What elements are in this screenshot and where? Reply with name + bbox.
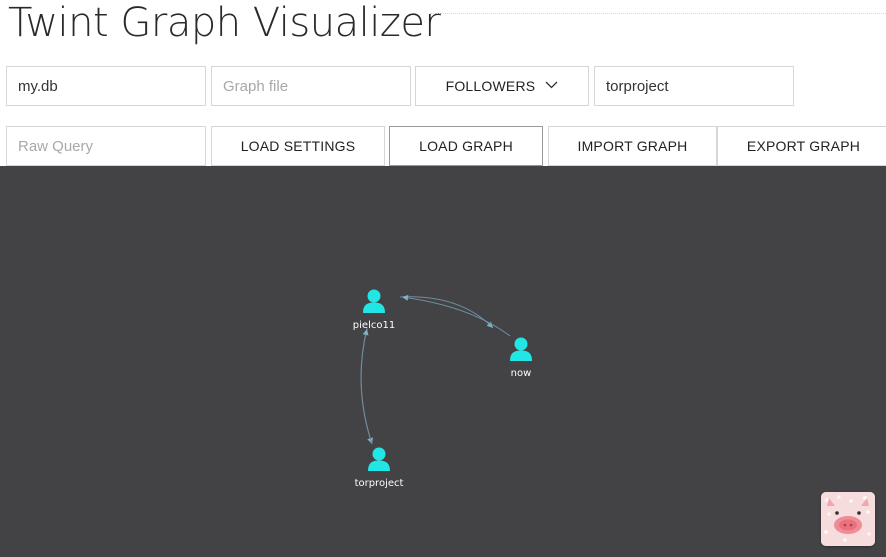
import-graph-button[interactable]: IMPORT GRAPH <box>548 126 717 166</box>
page-title: Twint Graph Visualizer <box>8 0 441 46</box>
username-input[interactable] <box>594 66 794 106</box>
graph-node-label: pielco11 <box>352 320 396 331</box>
user-icon <box>368 447 390 471</box>
graph-node-pielco11[interactable]: pielco11 <box>344 288 404 331</box>
database-input[interactable] <box>6 66 206 106</box>
chevron-down-icon <box>545 81 558 89</box>
graph-node-label: torproject <box>354 478 404 489</box>
graph-edge-torproject-to-pielco11 <box>360 328 373 445</box>
graph-canvas[interactable]: pielco11 now torproject <box>0 166 886 557</box>
app-page: Twint Graph Visualizer FOLLOWERS LOAD SE… <box>0 0 886 557</box>
user-icon <box>363 289 385 313</box>
graph-node-label: now <box>510 368 532 379</box>
load-settings-button[interactable]: LOAD SETTINGS <box>211 126 385 166</box>
graph-edge-now-to-pielco11 <box>401 296 511 337</box>
graph-node-now[interactable]: now <box>491 336 551 379</box>
graph-file-input[interactable] <box>211 66 411 106</box>
pig-mascot-icon[interactable] <box>821 492 875 546</box>
graph-edges <box>360 294 511 445</box>
raw-query-input[interactable] <box>6 126 206 166</box>
graph-node-torproject[interactable]: torproject <box>349 446 409 489</box>
mode-select[interactable]: FOLLOWERS <box>415 66 589 106</box>
export-graph-button[interactable]: EXPORT GRAPH <box>717 126 886 166</box>
title-divider <box>430 13 886 14</box>
graph-edge-pielco11-to-now <box>399 296 494 329</box>
user-icon <box>510 337 532 361</box>
load-graph-button[interactable]: LOAD GRAPH <box>389 126 543 166</box>
mode-select-value: FOLLOWERS <box>445 78 536 94</box>
